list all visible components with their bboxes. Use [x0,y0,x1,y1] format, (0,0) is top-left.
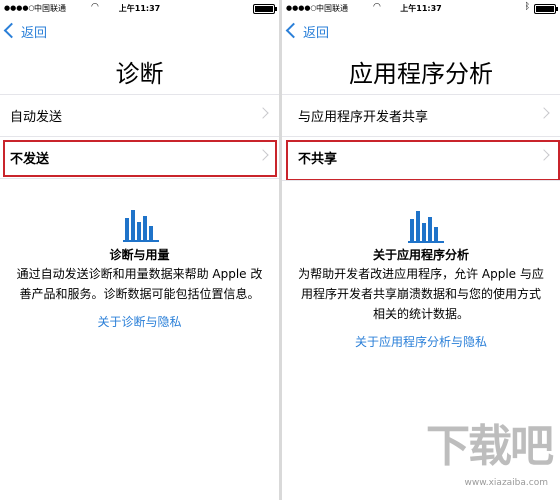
page-title: 应用程序分析 [349,60,493,88]
status-bar: ●●●●○ 中国联通 ◠ 上午11:37 ᛒ [282,0,560,16]
bar-chart-icon [408,209,444,243]
row-share-with-developers[interactable]: 与应用程序开发者共享 [282,95,560,135]
info-text-line: 善产品和服务。诊断数据可能包括位置信息。 [19,287,260,301]
chevron-left-icon [285,22,302,39]
battery-icon [534,4,558,14]
info-text-line: 相关的统计数据。 [372,307,469,321]
info-text-line: 通过自动发送诊断和用量数据来帮助 Apple 改 [16,267,263,281]
info-text-line: 为帮助开发者改进应用程序，允许 Apple 与应 [298,267,544,281]
watermark-url: www.xiazaiba.com [464,478,548,488]
chevron-left-icon [3,22,20,39]
battery-icon [253,4,277,14]
back-button[interactable]: 返回 [285,22,330,41]
row-label: 与应用程序开发者共享 [298,110,429,125]
privacy-link[interactable]: 关于应用程序分析与隐私 [282,333,560,350]
back-label: 返回 [303,26,330,41]
status-bar: ●●●●○ 中国联通 ◠ 上午11:37 [0,0,279,16]
highlight-box [286,140,560,181]
privacy-link[interactable]: 关于诊断与隐私 [0,313,279,330]
info-text-line: 用程序开发者共享崩溃数据和与您的使用方式 [300,287,541,301]
divider [282,180,560,181]
bar-chart-icon [123,208,159,242]
divider [0,178,279,179]
row-auto-send[interactable]: 自动发送 [0,95,279,135]
info-heading: 关于应用程序分析 [372,248,469,262]
back-button[interactable]: 返回 [3,22,48,41]
status-time: 上午11:37 [400,4,442,13]
info-text: 为帮助开发者改进应用程序，允许 Apple 与应 用程序开发者共享崩溃数据和与您… [290,264,552,324]
chevron-right-icon [257,107,269,119]
watermark-logo: 下载吧 [426,421,554,472]
page-title: 诊断 [115,60,164,88]
bluetooth-icon: ᛒ [524,2,530,12]
back-label: 返回 [21,26,48,41]
left-screen: ●●●●○ 中国联通 ◠ 上午11:37 返回 诊断 自动发送 不发送 诊断与用… [0,0,279,500]
row-label: 自动发送 [10,110,63,125]
info-text: 通过自动发送诊断和用量数据来帮助 Apple 改 善产品和服务。诊断数据可能包括… [8,264,271,304]
chevron-right-icon [538,107,550,119]
right-screen: ●●●●○ 中国联通 ◠ 上午11:37 ᛒ 返回 应用程序分析 与应用程序开发… [282,0,560,500]
highlight-box [3,140,277,177]
status-time: 上午11:37 [118,4,161,13]
info-heading: 诊断与用量 [109,248,170,262]
watermark: 下载吧 www.xiazaiba.com [422,421,554,488]
